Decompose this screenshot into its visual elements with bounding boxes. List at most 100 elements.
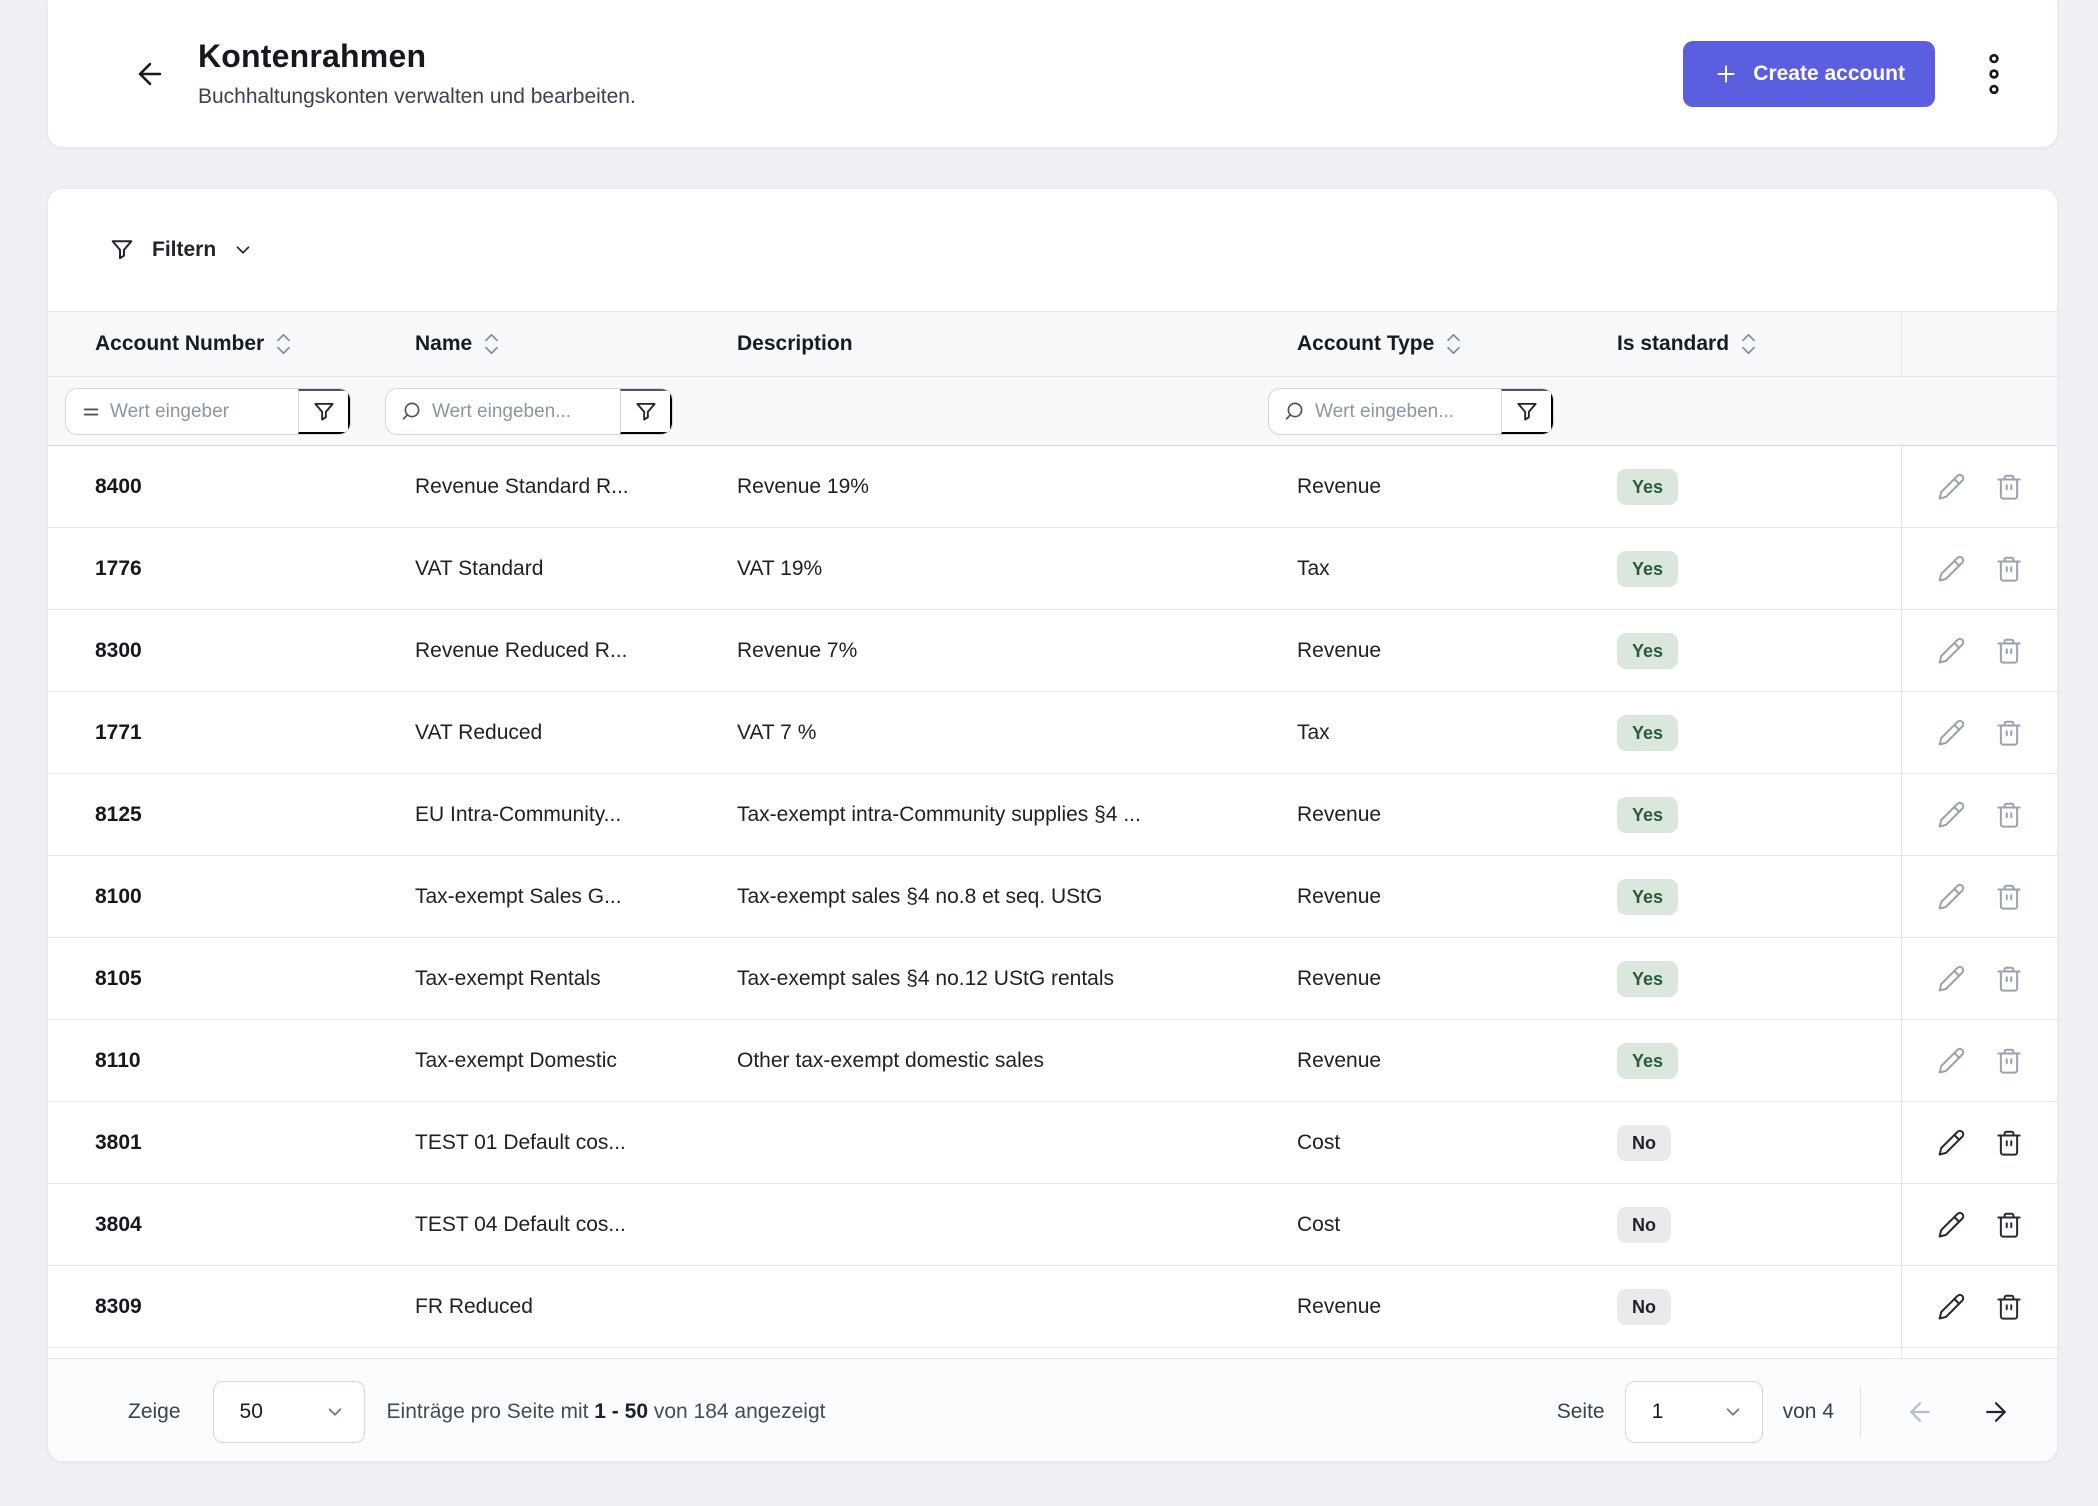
name-filter-input[interactable] (432, 389, 620, 434)
page-size-label: Zeige (128, 1400, 181, 1424)
page-label: Seite (1557, 1400, 1605, 1424)
edit-button[interactable] (1936, 718, 1966, 748)
table-row[interactable]: 1771 VAT Reduced VAT 7 % Tax Yes (48, 692, 2057, 774)
table-filter-row (48, 377, 2057, 446)
edit-button[interactable] (1936, 882, 1966, 912)
kebab-menu-button[interactable] (1961, 41, 2027, 107)
table-row[interactable]: 3801 TEST 01 Default cos... Cost No (48, 1102, 2057, 1184)
edit-button[interactable] (1936, 800, 1966, 830)
page-size-value: 50 (240, 1400, 263, 1424)
pencil-icon (1936, 964, 1966, 994)
funnel-icon (311, 399, 337, 425)
edit-button[interactable] (1936, 1292, 1966, 1322)
edit-button[interactable] (1936, 964, 1966, 994)
sort-icon[interactable] (276, 333, 291, 355)
delete-button[interactable] (1994, 1128, 2024, 1158)
summary-range: 1 - 50 (594, 1400, 648, 1423)
account-description-cell: Tax-exempt intra-Community supplies §4 .… (723, 803, 1283, 827)
delete-button[interactable] (1994, 1292, 2024, 1322)
status-badge: No (1617, 1125, 1671, 1161)
trash-icon (1994, 554, 2024, 584)
edit-button[interactable] (1936, 1046, 1966, 1076)
chevron-down-icon (232, 239, 254, 261)
kebab-icon (1985, 53, 2003, 95)
account-type-cell: Cost (1283, 1131, 1603, 1155)
delete-button[interactable] (1994, 882, 2024, 912)
account-name-cell: TEST 04 Default cos... (401, 1213, 723, 1237)
name-filter-options-button[interactable] (620, 389, 672, 434)
delete-button[interactable] (1994, 1046, 2024, 1076)
delete-button[interactable] (1994, 1210, 2024, 1240)
row-actions (1901, 774, 2057, 855)
delete-button[interactable] (1994, 964, 2024, 994)
back-button[interactable] (120, 44, 180, 104)
delete-button[interactable] (1994, 472, 2024, 502)
filter-toggle-label: Filtern (152, 238, 216, 262)
create-account-label: Create account (1753, 62, 1905, 86)
current-page-value: 1 (1652, 1400, 1664, 1424)
column-header-is-standard[interactable]: Is standard (1603, 332, 1901, 356)
pencil-icon (1936, 1128, 1966, 1158)
search-icon (400, 400, 424, 424)
column-header-account-type[interactable]: Account Type (1283, 332, 1603, 356)
account-type-filter-input[interactable] (1315, 389, 1501, 434)
pencil-icon (1936, 1292, 1966, 1322)
table-row[interactable]: 8105 Tax-exempt Rentals Tax-exempt sales… (48, 938, 2057, 1020)
funnel-icon (633, 399, 659, 425)
column-header-name[interactable]: Name (401, 332, 723, 356)
table-row[interactable]: 8100 Tax-exempt Sales G... Tax-exempt sa… (48, 856, 2057, 938)
table-row[interactable]: 8309 FR Reduced Revenue No (48, 1266, 2057, 1348)
filter-bar: Filtern (48, 189, 2057, 311)
create-account-button[interactable]: Create account (1683, 41, 1935, 107)
is-standard-cell: Yes (1603, 715, 1901, 751)
pencil-icon (1936, 636, 1966, 666)
edit-button[interactable] (1936, 636, 1966, 666)
page-subtitle: Buchhaltungskonten verwalten und bearbei… (198, 85, 636, 109)
row-actions (1901, 446, 2057, 527)
account-description-cell: Tax-exempt sales §4 no.12 UStG rentals (723, 967, 1283, 991)
account-number-filter-options-button[interactable] (298, 389, 350, 434)
delete-button[interactable] (1994, 718, 2024, 748)
delete-button[interactable] (1994, 800, 2024, 830)
sort-icon[interactable] (1446, 333, 1461, 355)
table-row[interactable]: 8125 EU Intra-Community... Tax-exempt in… (48, 774, 2057, 856)
account-number-cell: 8125 (81, 803, 401, 827)
previous-page-button[interactable] (1895, 1387, 1945, 1437)
account-type-filter-options-button[interactable] (1501, 389, 1553, 434)
table-row[interactable]: 3804 TEST 04 Default cos... Cost No (48, 1184, 2057, 1266)
edit-button[interactable] (1936, 1210, 1966, 1240)
account-number-cell: 8300 (81, 639, 401, 663)
status-badge: No (1617, 1289, 1671, 1325)
delete-button[interactable] (1994, 636, 2024, 666)
table-row[interactable]: 8300 Revenue Reduced R... Revenue 7% Rev… (48, 610, 2057, 692)
edit-button[interactable] (1936, 472, 1966, 502)
table-row[interactable]: 8110 Tax-exempt Domestic Other tax-exemp… (48, 1020, 2057, 1102)
page-select[interactable]: 1 (1625, 1381, 1763, 1443)
filter-toggle-button[interactable]: Filtern (108, 236, 254, 264)
status-badge: No (1617, 1207, 1671, 1243)
account-name-cell: Tax-exempt Domestic (401, 1049, 723, 1073)
sort-icon[interactable] (484, 333, 499, 355)
account-description-cell: Other tax-exempt domestic sales (723, 1049, 1283, 1073)
sort-icon[interactable] (1741, 333, 1756, 355)
table-row[interactable]: 8400 Revenue Standard R... Revenue 19% R… (48, 446, 2057, 528)
page-size-select[interactable]: 50 (213, 1381, 365, 1443)
trash-icon (1994, 1210, 2024, 1240)
edit-button[interactable] (1936, 554, 1966, 584)
status-badge: Yes (1617, 551, 1678, 587)
pencil-icon (1936, 718, 1966, 748)
page-title: Kontenrahmen (198, 38, 636, 75)
table-row[interactable]: 1776 VAT Standard VAT 19% Tax Yes (48, 528, 2057, 610)
trash-icon (1994, 1128, 2024, 1158)
next-page-button[interactable] (1971, 1387, 2021, 1437)
row-actions (1901, 856, 2057, 937)
account-number-filter-input[interactable] (110, 389, 298, 434)
account-description-cell: Revenue 19% (723, 475, 1283, 499)
column-header-account-number[interactable]: Account Number (81, 332, 401, 356)
delete-button[interactable] (1994, 554, 2024, 584)
account-name-cell: VAT Standard (401, 557, 723, 581)
account-number-cell: 8400 (81, 475, 401, 499)
name-filter (385, 388, 673, 435)
edit-button[interactable] (1936, 1128, 1966, 1158)
account-type-cell: Revenue (1283, 1295, 1603, 1319)
